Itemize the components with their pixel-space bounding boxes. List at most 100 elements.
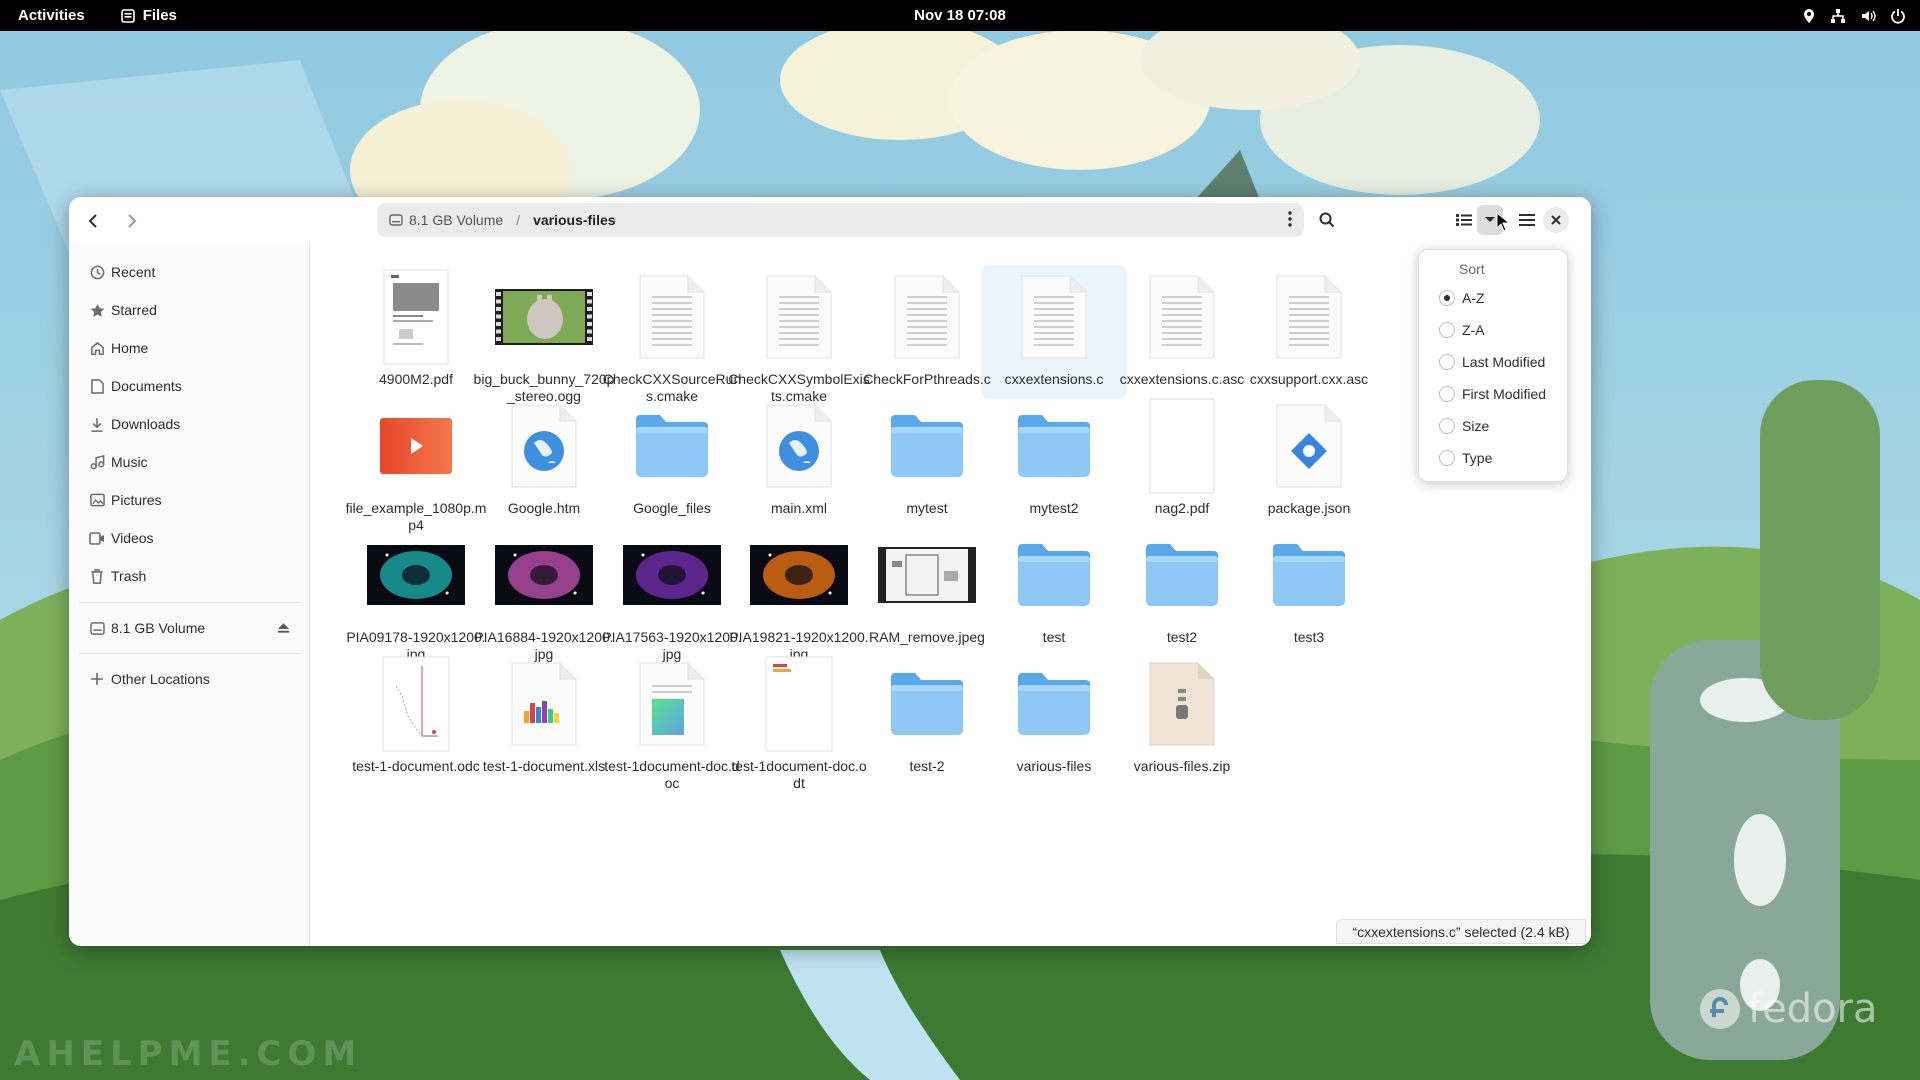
clock-icon — [90, 265, 104, 279]
breadcrumb-current[interactable]: various-files — [533, 212, 615, 228]
sidebar-item-label: Pictures — [111, 492, 162, 508]
folder-icon — [1018, 673, 1090, 735]
eject-button[interactable] — [277, 621, 290, 637]
pdf-thumbnail-icon — [1149, 398, 1215, 494]
app-menu[interactable]: Files — [120, 7, 177, 24]
sidebar-item-videos[interactable]: Videos — [69, 519, 310, 557]
document-icon — [90, 378, 104, 394]
vertical-dots-icon — [1288, 211, 1292, 227]
path-menu-button[interactable] — [1288, 211, 1292, 230]
sort-option-label: First Modified — [1462, 386, 1547, 402]
sidebar-divider — [79, 653, 300, 654]
star-icon — [90, 303, 104, 317]
radio-button[interactable] — [1439, 418, 1455, 434]
file-thumbnail — [1107, 656, 1257, 752]
sidebar-item-music[interactable]: Music — [69, 443, 310, 481]
drive-icon — [389, 214, 403, 226]
json-file-icon — [1276, 404, 1342, 488]
fedora-infinity-icon — [1700, 989, 1740, 1029]
activities-button[interactable]: Activities — [18, 7, 85, 24]
folder-icon — [636, 415, 708, 477]
app-name: Files — [142, 7, 177, 24]
sort-option-a-z[interactable]: A-Z — [1439, 284, 1485, 312]
main-menu-button[interactable] — [1512, 205, 1542, 235]
sidebar-item-other-locations[interactable]: Other Locations — [69, 660, 310, 698]
forward-button[interactable] — [120, 209, 144, 233]
network-wired-icon — [1831, 8, 1845, 23]
close-icon — [1551, 215, 1561, 225]
sidebar-item-label: Other Locations — [111, 671, 210, 687]
power-icon — [1891, 8, 1905, 24]
sort-option-first-modified[interactable]: First Modified — [1439, 380, 1546, 408]
text-document-icon — [765, 656, 833, 752]
places-sidebar: Recent Starred Home Documents Downloads … — [69, 243, 310, 946]
sidebar-item-label: Recent — [111, 264, 156, 280]
breadcrumb-separator: / — [516, 212, 521, 228]
file-name: cxxsupport.cxx.asc — [1249, 371, 1369, 387]
sidebar-item-label: Starred — [111, 302, 157, 318]
list-view-button[interactable] — [1449, 205, 1479, 235]
sidebar-item-label: Home — [111, 340, 149, 356]
status-bar: “cxxextensions.c” selected (2.4 kB) — [1336, 919, 1586, 944]
fedora-wordmark: fedora — [1748, 986, 1878, 1032]
radio-button[interactable] — [1439, 450, 1455, 466]
radio-button[interactable] — [1439, 290, 1455, 306]
path-bar[interactable]: 8.1 GB Volume / various-files — [377, 203, 1304, 237]
file-grid[interactable]: 4900M2.pdf big_buck_bunny_720p_stereo.ogg… — [310, 243, 1591, 946]
folder-icon — [1018, 544, 1090, 606]
drive-icon — [89, 621, 105, 635]
globe-file-icon — [511, 404, 577, 488]
search-icon — [1319, 212, 1335, 228]
mouse-cursor-icon — [1496, 212, 1510, 232]
trash-icon — [91, 568, 103, 584]
sidebar-item-pictures[interactable]: Pictures — [69, 481, 310, 519]
hamburger-icon — [1519, 214, 1535, 226]
chevron-left-icon — [88, 214, 97, 228]
volume-icon — [1862, 10, 1876, 21]
sidebar-divider — [79, 602, 300, 603]
image-thumbnail-icon — [750, 545, 848, 605]
breadcrumb-volume[interactable]: 8.1 GB Volume — [389, 212, 503, 228]
radio-button[interactable] — [1439, 354, 1455, 370]
file-thumbnail — [1234, 398, 1384, 494]
image-thumbnail-icon — [623, 545, 721, 605]
close-window-button[interactable] — [1543, 207, 1569, 233]
system-tray[interactable] — [1802, 0, 1906, 31]
sidebar-item-documents[interactable]: Documents — [69, 367, 310, 405]
sidebar-item-volume[interactable]: 8.1 GB Volume — [69, 609, 310, 647]
sort-option-z-a[interactable]: Z-A — [1439, 316, 1485, 344]
sort-option-last-modified[interactable]: Last Modified — [1439, 348, 1545, 376]
sidebar-item-starred[interactable]: Starred — [69, 291, 310, 329]
file-name: test3 — [1293, 629, 1325, 645]
file-item[interactable]: package.json — [1234, 398, 1384, 517]
location-icon — [1804, 8, 1814, 23]
video-file-icon — [380, 418, 452, 474]
sidebar-item-downloads[interactable]: Downloads — [69, 405, 310, 443]
sort-option-label: Size — [1462, 418, 1490, 434]
archive-file-icon — [1149, 662, 1215, 746]
music-icon — [90, 454, 104, 469]
sort-option-size[interactable]: Size — [1439, 412, 1489, 440]
text-file-icon — [1021, 275, 1087, 359]
sort-option-label: Type — [1462, 450, 1493, 466]
breadcrumb-volume-label: 8.1 GB Volume — [409, 212, 504, 228]
sidebar-item-recent[interactable]: Recent — [69, 253, 310, 291]
radio-button[interactable] — [1439, 386, 1455, 402]
clock[interactable]: Nov 18 07:08 — [914, 7, 1006, 24]
picture-icon — [89, 493, 105, 507]
file-item[interactable]: various-files.zip — [1107, 656, 1257, 775]
sidebar-item-home[interactable]: Home — [69, 329, 310, 367]
globe-file-icon — [766, 404, 832, 488]
document-file-icon — [639, 662, 705, 746]
sidebar-item-trash[interactable]: Trash — [69, 557, 310, 595]
search-button[interactable] — [1312, 205, 1342, 235]
sort-option-type[interactable]: Type — [1439, 444, 1492, 472]
file-item[interactable]: cxxsupport.cxx.asc — [1234, 269, 1384, 388]
back-button[interactable] — [81, 209, 105, 233]
folder-item[interactable]: test3 — [1234, 527, 1384, 646]
sidebar-item-label: Documents — [111, 378, 182, 394]
sort-option-label: A-Z — [1462, 290, 1485, 306]
text-file-icon — [1276, 275, 1342, 359]
image-thumbnail-icon — [495, 545, 593, 605]
radio-button[interactable] — [1439, 322, 1455, 338]
